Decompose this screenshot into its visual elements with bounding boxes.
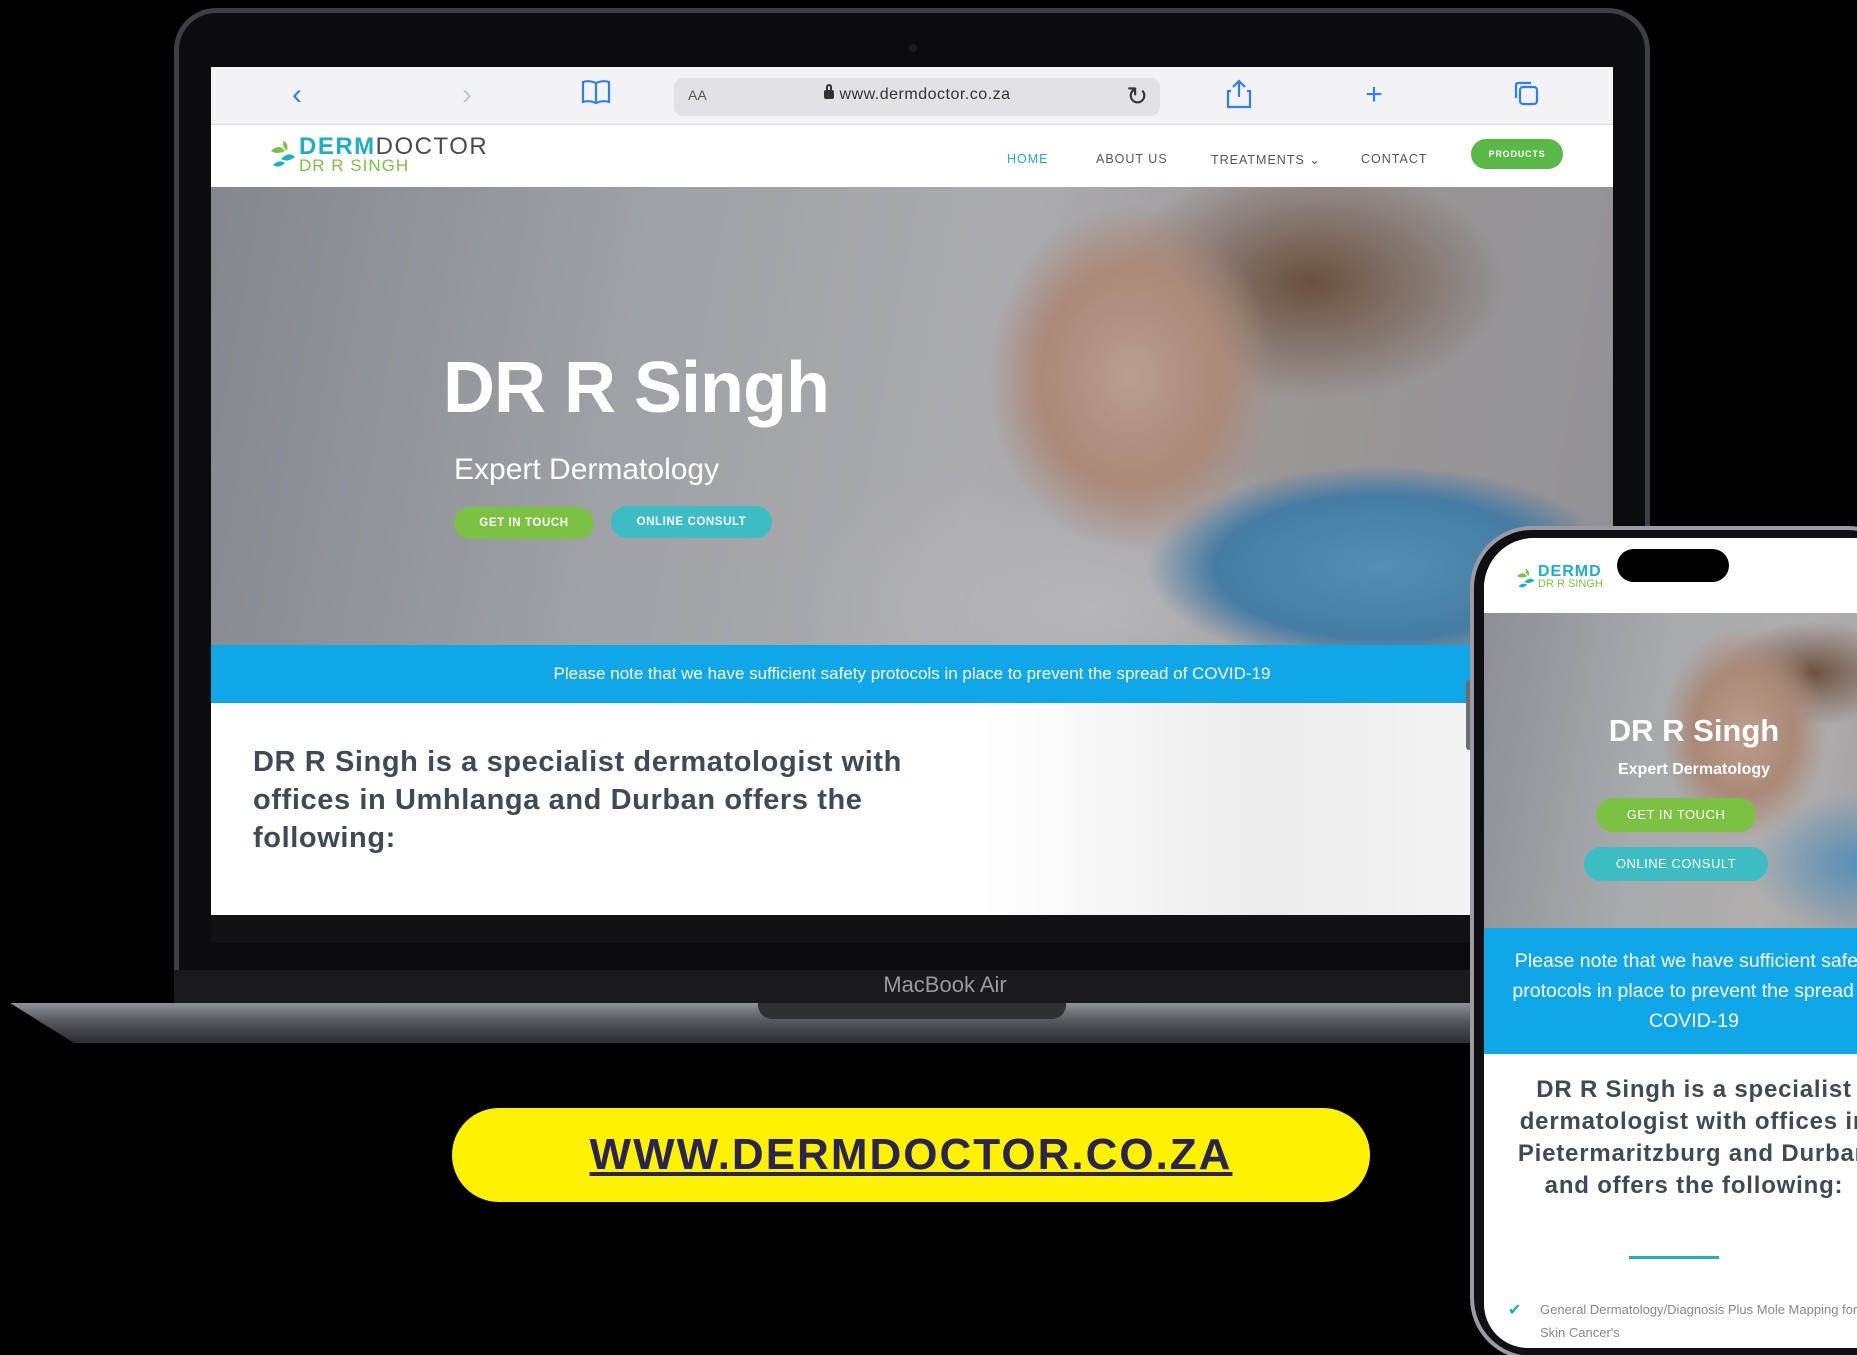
reload-icon[interactable]: ↻: [1126, 81, 1148, 112]
logo-subtitle: DR R SINGH: [299, 156, 410, 175]
leaf-logo-icon: [271, 141, 295, 167]
hero-subtitle: Expert Dermatology: [454, 453, 720, 486]
nav-products-button[interactable]: PRODUCTS: [1471, 139, 1563, 169]
mobile-hero: DR R Singh Expert Dermatology GET IN TOU…: [1484, 613, 1857, 928]
mobile-covid-notice: Please note that we have sufficient safe…: [1484, 928, 1857, 1054]
leaf-logo-icon: [1517, 568, 1535, 588]
url-text: www.dermdoctor.co.za: [839, 86, 1011, 103]
mobile-intro-heading: DR R Singh is a specialist dermatologist…: [1517, 1076, 1857, 1199]
address-bar[interactable]: AA www.dermdoctor.co.za ↻: [674, 78, 1160, 116]
camera: [909, 44, 917, 52]
get-in-touch-button[interactable]: GET IN TOUCH: [454, 507, 594, 539]
phone-screen: DERMD DR R SINGH ≡ DR R Singh Expert Der…: [1484, 538, 1857, 1348]
mobile-logo-subtitle: DR R SINGH: [1538, 578, 1603, 590]
tabs-icon[interactable]: [1506, 79, 1546, 111]
laptop-model-label: MacBook Air: [883, 972, 1007, 997]
website-url-banner[interactable]: WWW.DERMDOCTOR.CO.ZA: [452, 1108, 1370, 1202]
nav-treatments[interactable]: TREATMENTS ⌄: [1211, 152, 1321, 167]
mobile-online-consult-button[interactable]: ONLINE CONSULT: [1584, 847, 1768, 881]
mobile-get-in-touch-button[interactable]: GET IN TOUCH: [1596, 798, 1756, 832]
bookmarks-icon[interactable]: [576, 79, 616, 111]
hero-overlay: [211, 187, 1613, 645]
online-consult-button[interactable]: ONLINE CONSULT: [611, 506, 772, 538]
mobile-hero-title: DR R Singh: [1608, 713, 1780, 748]
laptop-hinge-notch: [758, 1003, 1066, 1019]
dynamic-island: [1617, 549, 1729, 582]
section-divider: [1629, 1256, 1719, 1259]
lock-icon: [823, 84, 834, 99]
mobile-hero-subtitle: Expert Dermatology: [1617, 761, 1771, 778]
site-header: DERMDOCTOR DR R SINGH HOME ABOUT US TREA…: [211, 125, 1613, 187]
new-tab-icon[interactable]: +: [1354, 79, 1394, 111]
hero-title: DR R Singh: [443, 348, 830, 428]
covid-notice: Please note that we have sufficient safe…: [211, 645, 1613, 703]
service-list-item: General Dermatology/Diagnosis Plus Mole …: [1540, 1302, 1857, 1340]
nav-home[interactable]: HOME: [1007, 152, 1049, 166]
screen-bottom-edge: [211, 915, 1613, 943]
laptop-screen: ‹ › AA www.dermdoctor.co.za ↻ + DERMDOCT…: [211, 67, 1613, 915]
nav-contact[interactable]: CONTACT: [1361, 152, 1428, 166]
browser-toolbar: ‹ › AA www.dermdoctor.co.za ↻ +: [211, 67, 1613, 125]
nav-about[interactable]: ABOUT US: [1096, 152, 1168, 166]
checkmark-icon: ✔: [1508, 1302, 1522, 1319]
forward-icon[interactable]: ›: [447, 79, 487, 111]
hero-banner: DR R Singh Expert Dermatology GET IN TOU…: [211, 187, 1613, 645]
intro-heading: DR R Singh is a specialist dermatologist…: [253, 746, 902, 854]
share-icon[interactable]: [1219, 79, 1259, 111]
site-logo[interactable]: DERMDOCTOR DR R SINGH: [267, 133, 487, 177]
intro-section: DR R Singh is a specialist dermatologist…: [211, 703, 1613, 915]
back-icon[interactable]: ‹: [277, 79, 317, 111]
